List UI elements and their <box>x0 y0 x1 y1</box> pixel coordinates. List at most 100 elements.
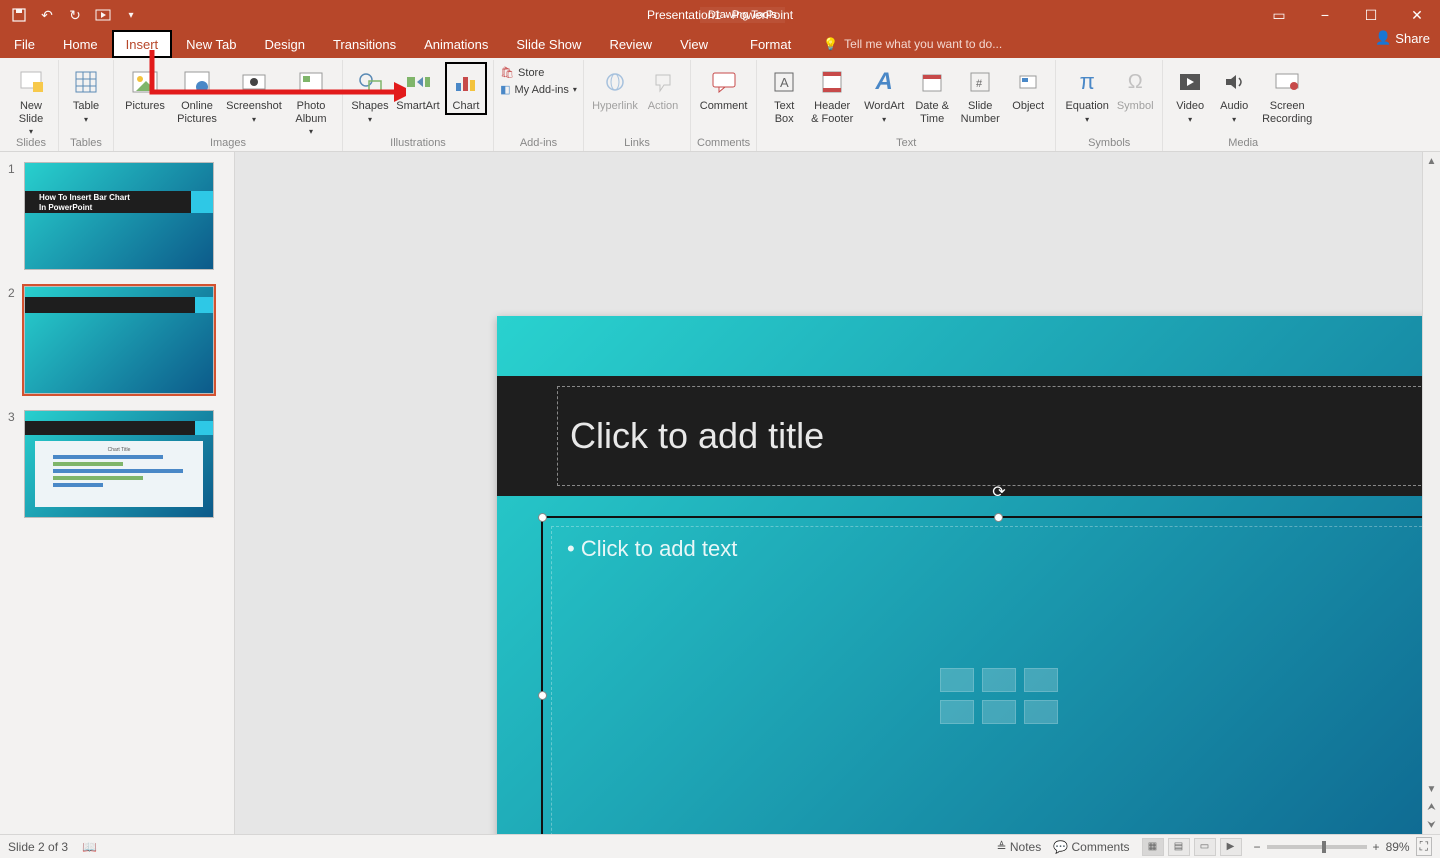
tell-me-search[interactable]: 💡 Tell me what you want to do... <box>823 30 1002 58</box>
insert-table-icon[interactable] <box>940 668 974 692</box>
chart-button[interactable]: Chart <box>445 62 487 115</box>
tab-transitions[interactable]: Transitions <box>319 30 410 58</box>
tab-home[interactable]: Home <box>49 30 112 58</box>
new-slide-button[interactable]: New Slide ▾ <box>10 62 52 136</box>
scroll-up-icon[interactable]: ▲ <box>1423 152 1440 170</box>
handle-nw[interactable] <box>538 513 547 522</box>
slideshow-view-icon[interactable]: ▶ <box>1220 838 1242 856</box>
photo-album-button[interactable]: Photo Album ▾ <box>286 62 336 136</box>
maximize-button[interactable]: ☐ <box>1348 0 1394 30</box>
thumb-number: 1 <box>8 162 18 270</box>
redo-icon[interactable]: ↻ <box>66 6 84 24</box>
tab-file[interactable]: File <box>0 30 49 58</box>
slide-thumbnails-panel[interactable]: 1 How To Insert Bar ChartIn PowerPoint 2… <box>0 152 235 834</box>
handle-n[interactable] <box>994 513 1003 522</box>
thumbnail-3[interactable]: 3 Chart Title <box>8 410 226 518</box>
dropdown-icon: ▾ <box>1085 115 1089 124</box>
shapes-icon <box>354 66 386 98</box>
thumbnail-2[interactable]: 2 <box>8 286 226 394</box>
date-time-button[interactable]: Date & Time <box>911 62 953 125</box>
insert-video-icon[interactable] <box>1024 700 1058 724</box>
comment-label: Comment <box>700 100 748 113</box>
zoom-slider[interactable] <box>1267 845 1367 849</box>
insert-pictures-icon[interactable] <box>940 700 974 724</box>
minimize-button[interactable]: − <box>1302 0 1348 30</box>
tab-format[interactable]: Format <box>736 30 805 58</box>
thumbnail-slide-3[interactable]: Chart Title <box>24 410 214 518</box>
screenshot-button[interactable]: Screenshot ▾ <box>224 62 284 124</box>
thumbnail-slide-2[interactable] <box>24 286 214 394</box>
group-label-comments: Comments <box>697 137 750 149</box>
tab-animations[interactable]: Animations <box>410 30 502 58</box>
hyperlink-button[interactable]: Hyperlink <box>590 62 640 113</box>
normal-view-icon[interactable]: ▦ <box>1142 838 1164 856</box>
notes-label: Notes <box>1010 840 1041 854</box>
ribbon-display-options-icon[interactable]: ▭ <box>1256 0 1302 30</box>
lightbulb-icon: 💡 <box>823 37 838 51</box>
notes-button[interactable]: ≜ Notes <box>996 840 1041 854</box>
screen-recording-button[interactable]: Screen Recording <box>1257 62 1317 125</box>
tab-slide-show[interactable]: Slide Show <box>502 30 595 58</box>
spellcheck-icon[interactable]: 📖 <box>82 840 97 854</box>
tab-review[interactable]: Review <box>595 30 666 58</box>
action-button[interactable]: Action <box>642 62 684 113</box>
audio-button[interactable]: Audio ▾ <box>1213 62 1255 124</box>
tab-insert[interactable]: Insert <box>112 30 173 58</box>
equation-button[interactable]: π Equation ▾ <box>1062 62 1112 124</box>
shapes-button[interactable]: Shapes ▾ <box>349 62 391 124</box>
thumbnail-1[interactable]: 1 How To Insert Bar ChartIn PowerPoint <box>8 162 226 270</box>
status-bar: Slide 2 of 3 📖 ≜ Notes 💬 Comments ▦ ▤ ▭ … <box>0 834 1440 858</box>
slide-number-button[interactable]: # Slide Number <box>955 62 1005 125</box>
symbol-button[interactable]: Ω Symbol <box>1114 62 1156 113</box>
prev-slide-icon[interactable]: ⮝ <box>1423 798 1440 816</box>
dropdown-icon: ▾ <box>1232 115 1236 124</box>
dropdown-icon: ▾ <box>84 115 88 124</box>
title-placeholder[interactable]: Click to add title <box>557 386 1431 486</box>
thumbnail-slide-1[interactable]: How To Insert Bar ChartIn PowerPoint <box>24 162 214 270</box>
scroll-down-icon[interactable]: ▼ <box>1423 780 1440 798</box>
date-time-icon <box>916 66 948 98</box>
smartart-button[interactable]: SmartArt <box>393 62 443 113</box>
store-icon: 🛍 <box>500 66 514 79</box>
share-button[interactable]: 👤 Share <box>1375 30 1430 46</box>
tab-new-tab[interactable]: New Tab <box>172 30 250 58</box>
vertical-scrollbar[interactable]: ▲ ▼ ⮝ ⮟ <box>1422 152 1440 834</box>
comment-button[interactable]: Comment <box>699 62 749 113</box>
save-icon[interactable] <box>10 6 28 24</box>
qat-customize-icon[interactable]: ▾ <box>122 6 140 24</box>
close-button[interactable]: ✕ <box>1394 0 1440 30</box>
rotate-handle-icon[interactable]: ⟳ <box>992 482 1005 502</box>
slide-sorter-icon[interactable]: ▤ <box>1168 838 1190 856</box>
handle-w[interactable] <box>538 691 547 700</box>
group-illustrations: Shapes ▾ SmartArt Chart Illustrations <box>343 60 494 151</box>
undo-icon[interactable]: ↶ <box>38 6 56 24</box>
symbol-icon: Ω <box>1119 66 1151 98</box>
start-from-beginning-icon[interactable] <box>94 6 112 24</box>
fit-to-window-icon[interactable]: ⛶ <box>1416 837 1432 856</box>
content-placeholder[interactable]: ⟳ • Click to add text <box>541 516 1440 834</box>
reading-view-icon[interactable]: ▭ <box>1194 838 1216 856</box>
zoom-level[interactable]: 89% <box>1386 840 1410 854</box>
wordart-icon: A <box>868 66 900 98</box>
video-button[interactable]: Video ▾ <box>1169 62 1211 124</box>
text-box-button[interactable]: A Text Box <box>763 62 805 125</box>
table-button[interactable]: Table ▾ <box>65 62 107 124</box>
my-addins-button[interactable]: ◧ My Add-ins ▾ <box>500 83 577 96</box>
wordart-button[interactable]: A WordArt ▾ <box>859 62 909 124</box>
object-button[interactable]: Object <box>1007 62 1049 113</box>
next-slide-icon[interactable]: ⮟ <box>1423 816 1440 834</box>
store-button[interactable]: 🛍 Store <box>500 66 577 79</box>
pictures-button[interactable]: Pictures <box>120 62 170 113</box>
insert-chart-icon[interactable] <box>982 668 1016 692</box>
insert-online-pictures-icon[interactable] <box>982 700 1016 724</box>
insert-smartart-icon[interactable] <box>1024 668 1058 692</box>
zoom-in-button[interactable]: + <box>1373 840 1380 854</box>
header-footer-button[interactable]: Header & Footer <box>807 62 857 125</box>
online-pictures-button[interactable]: Online Pictures <box>172 62 222 125</box>
zoom-out-button[interactable]: − <box>1254 840 1261 854</box>
tab-view[interactable]: View <box>666 30 722 58</box>
slide-canvas-area[interactable]: Click to add title ⟳ • Click to add text <box>235 152 1440 834</box>
comments-button[interactable]: 💬 Comments <box>1053 840 1129 854</box>
my-addins-label: My Add-ins <box>514 84 568 96</box>
tab-design[interactable]: Design <box>251 30 319 58</box>
